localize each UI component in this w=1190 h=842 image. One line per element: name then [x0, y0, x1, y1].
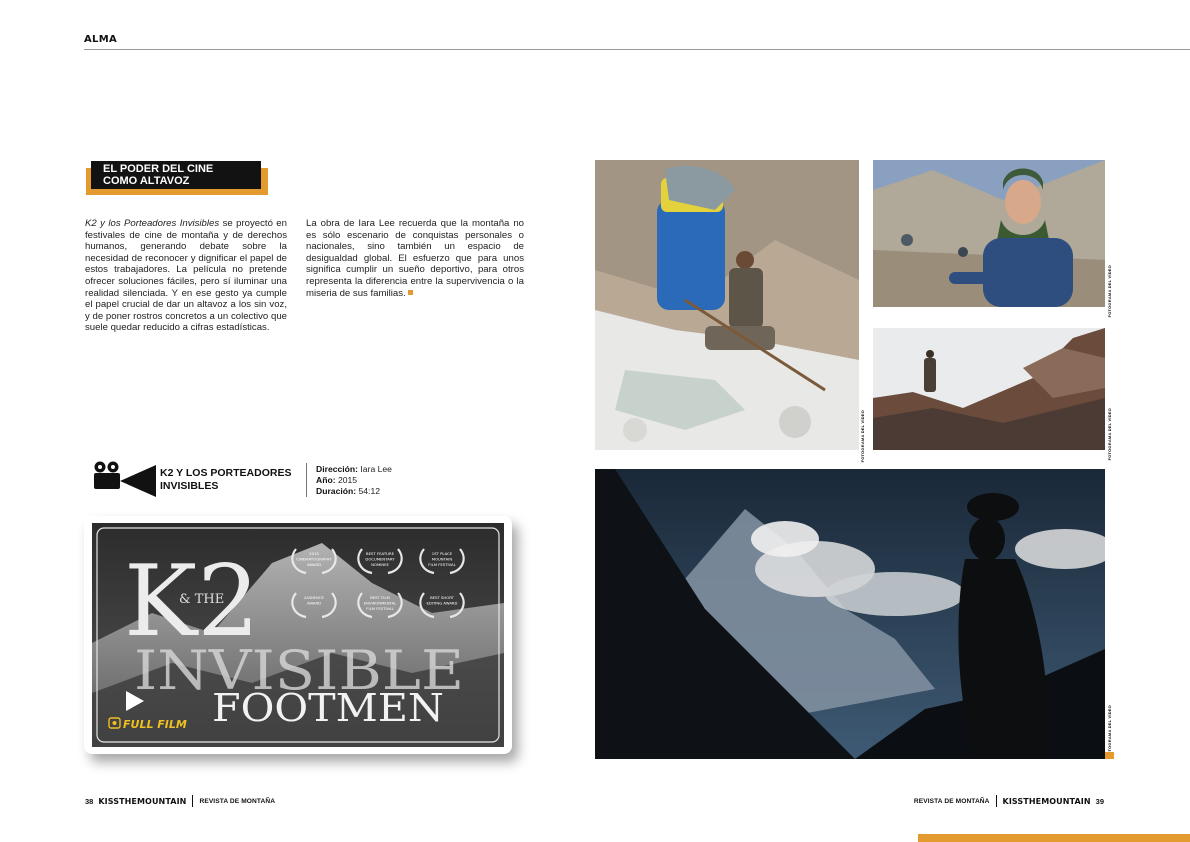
photo-credit-2: FOTOGRAMA DEL VÍDEO [1107, 265, 1112, 318]
laurel-text: FILM FESTIVAL [428, 562, 456, 567]
photo-credit-3: FOTOGRAMA DEL VÍDEO [1107, 408, 1112, 461]
article-column-2: La obra de Iara Lee recuerda que la mont… [306, 218, 524, 299]
video-poster[interactable]: K2 & THE INVISIBLE FOOTMEN 2015 CINEMATOG… [92, 523, 504, 747]
page-number-left: 38 [85, 796, 94, 806]
brand-left: KISSTHEMOUNTAIN [98, 796, 187, 806]
film-name-italic: K2 y los Porteadores Invisibles [85, 218, 220, 229]
poster-and-the-text: & THE [179, 592, 224, 607]
page-number-right: 39 [1095, 796, 1104, 806]
magazine-name-right: REVISTA DE MONTAÑA [913, 797, 990, 805]
film-title-line2: INVISIBLES [160, 480, 219, 492]
magazine-name-left: REVISTA DE MONTAÑA [199, 797, 276, 805]
credit-duration: Duración: 54:12 [316, 486, 381, 497]
laurel-text: BEST SHORT [430, 595, 455, 600]
laurel-text: AUDIENCE [304, 595, 324, 600]
laurel-text: FILM FESTIVAL [366, 606, 394, 611]
full-film-label: FULL FILM [123, 718, 187, 731]
laurel-text: BEST FILM [370, 595, 390, 600]
credit-direction: Dirección: Iara Lee [316, 464, 392, 474]
video-card[interactable]: K2 & THE INVISIBLE FOOTMEN 2015 CINEMATOG… [84, 516, 512, 754]
footer-separator-left [192, 795, 194, 807]
article-title: EL PODER DEL CINE COMO ALTAVOZ [91, 161, 261, 189]
movie-camera-icon [94, 461, 156, 497]
laurel-text: BEST FEATURE [366, 551, 395, 556]
laurel-text: DOCUMENTARY [365, 557, 395, 562]
laurel-text: ENVIRONMENTAL [364, 601, 398, 606]
orange-corner-accent [1105, 752, 1114, 759]
laurel-text: MOUNTAIN [432, 557, 453, 562]
footer-right: REVISTA DE MONTAÑA KISSTHEMOUNTAIN 39 [914, 795, 1104, 807]
laurel-text: AWARD [307, 562, 321, 567]
laurel-text: NOMINEE [371, 562, 389, 567]
section-header: ALMA [84, 34, 118, 45]
poster-footmen-text: FOOTMEN [212, 686, 444, 730]
photo-man-portrait [873, 160, 1105, 307]
photo-credit-1: FOTOGRAMA DEL VÍDEO [860, 410, 865, 463]
footer-separator-right [995, 795, 997, 807]
photo-porter [595, 160, 859, 450]
laurel-text: 1ST PLACE [432, 551, 453, 556]
article-title-line1: EL PODER DEL CINE [103, 163, 214, 175]
film-credits: Dirección: Iara Lee Año: 2015 Duración: … [316, 464, 392, 498]
column-2-text: La obra de Iara Lee recuerda que la mont… [306, 218, 524, 299]
brand-right: KISSTHEMOUNTAIN [1002, 796, 1091, 806]
laurel-text: AWARD [307, 601, 321, 606]
end-mark [407, 289, 413, 295]
laurel-text: CINEMATOGRAPHY [296, 557, 332, 562]
footer-left: 38 KISSTHEMOUNTAIN REVISTA DE MONTAÑA [85, 795, 275, 807]
photo-k2-silhouette [595, 469, 1105, 759]
photo-man-on-rocks [873, 328, 1105, 450]
laurel-text: EDITING AWARD [427, 601, 458, 606]
film-title-line1: K2 Y LOS PORTEADORES [160, 467, 292, 479]
bottom-accent-bar [918, 834, 1190, 842]
laurel-text: 2015 [309, 551, 319, 556]
header-rule [84, 49, 1190, 50]
credits-divider [306, 463, 307, 497]
film-title: K2 Y LOS PORTEADORES INVISIBLES [160, 467, 300, 493]
photo-credit-4: FOTOGRAMA DEL VÍDEO [1107, 705, 1112, 758]
credit-year: Año: 2015 [316, 475, 358, 486]
article-column-1: K2 y los Porteadores Invisibles se proye… [85, 218, 287, 334]
article-title-line2: COMO ALTAVOZ [103, 175, 190, 187]
column-1-text: se proyectó en festivales de cine de mon… [85, 218, 287, 334]
